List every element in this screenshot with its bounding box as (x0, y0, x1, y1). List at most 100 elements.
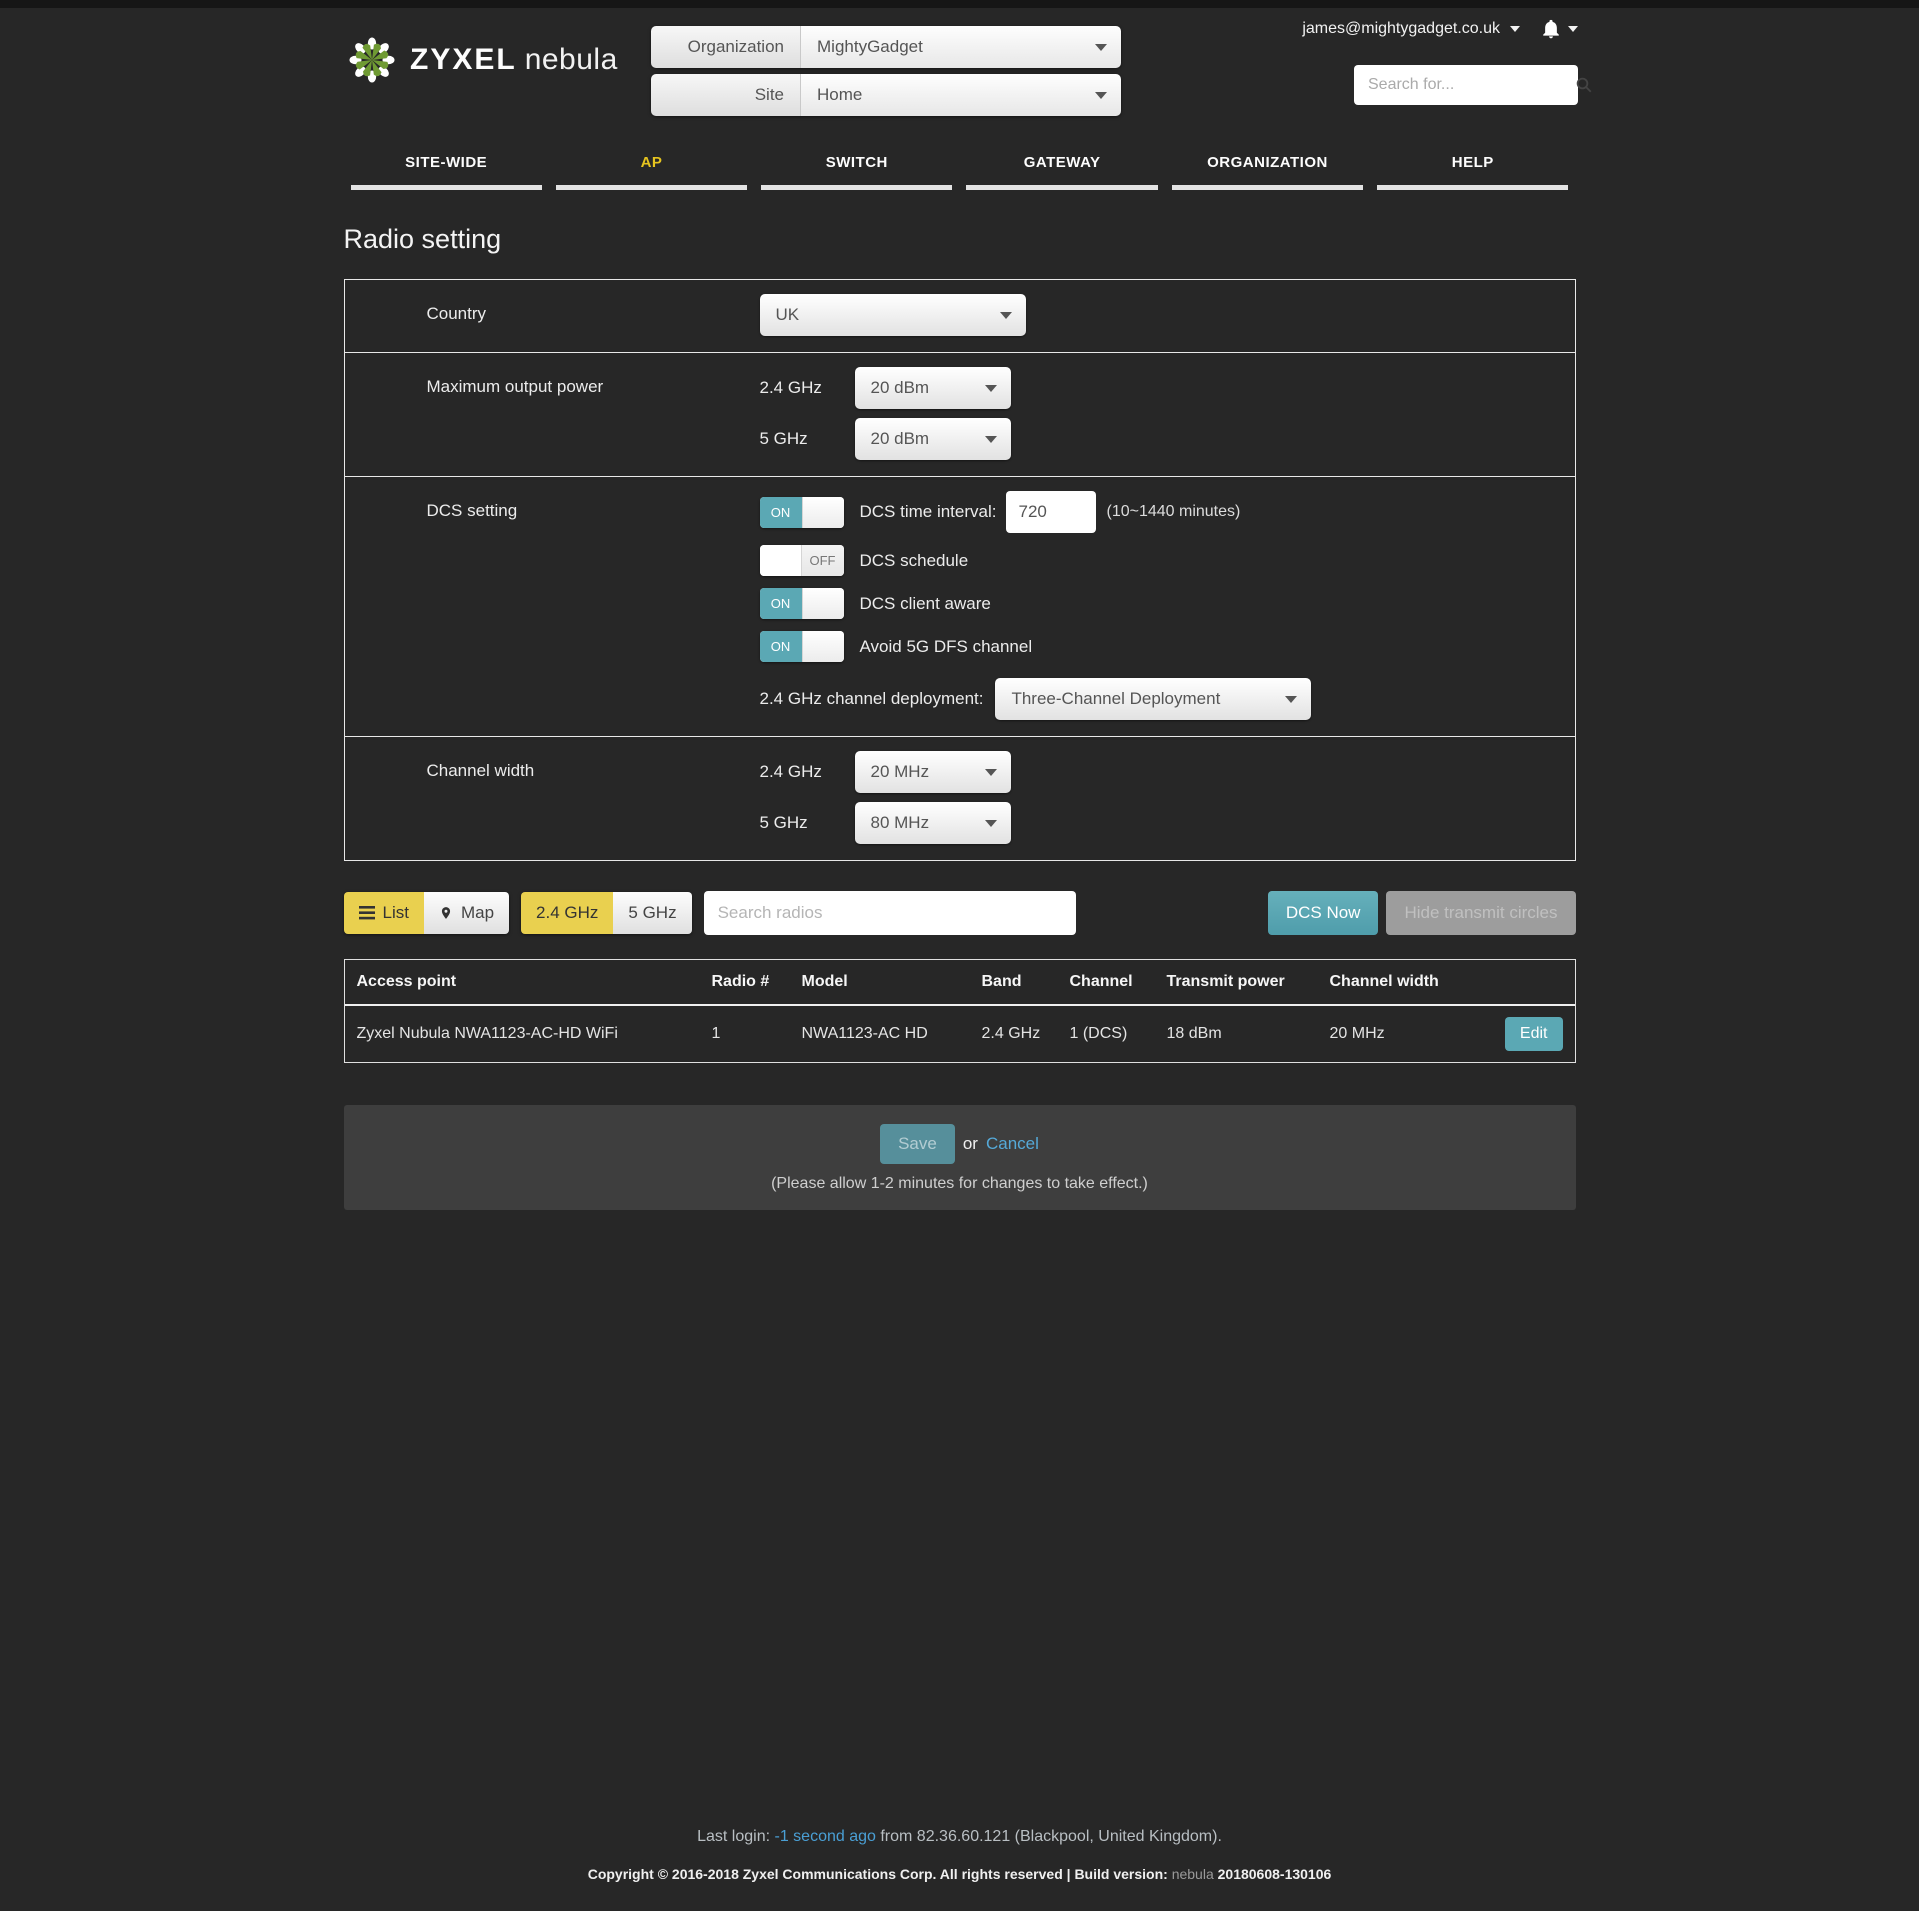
tab-gateway[interactable]: GATEWAY (959, 148, 1164, 190)
list-icon (359, 906, 375, 920)
col-model: Model (802, 973, 982, 991)
logo-wordmark: ZYXELnebula (410, 43, 618, 77)
chevron-down-icon (985, 820, 997, 827)
footer-last-login: Last login: -1 second ago from 82.36.60.… (0, 1828, 1919, 1846)
chevron-down-icon (1510, 26, 1520, 32)
build-product: nebula (1172, 1866, 1214, 1882)
col-radio: Radio # (712, 973, 802, 991)
page-title: Radio setting (344, 224, 1576, 255)
power-24-dropdown[interactable]: 20 dBm (855, 367, 1011, 409)
channel-deployment-label: 2.4 GHz channel deployment: (760, 689, 984, 709)
last-login-link[interactable]: -1 second ago (775, 1828, 876, 1845)
channel-width-section: Channel width 2.4 GHz 20 MHz 5 GHz 80 MH… (345, 736, 1575, 860)
band-5-label: 5 GHz (760, 429, 855, 449)
save-button[interactable]: Save (880, 1124, 955, 1164)
tab-help[interactable]: HELP (1370, 148, 1575, 190)
footer-copyright: Copyright © 2016-2018 Zyxel Communicatio… (0, 1866, 1919, 1884)
bell-icon (1540, 18, 1562, 40)
dcs-client-aware-toggle[interactable]: ON (760, 588, 844, 619)
band-24-button[interactable]: 2.4 GHz (521, 892, 613, 934)
table-header-row: Access point Radio # Model Band Channel … (345, 960, 1575, 1006)
or-text: or (963, 1134, 978, 1154)
dcs-label: DCS setting (345, 491, 760, 722)
cell-radio: 1 (712, 1025, 802, 1043)
map-pin-icon (439, 904, 453, 922)
global-search (1354, 65, 1578, 105)
dcs-now-button[interactable]: DCS Now (1268, 891, 1379, 935)
global-search-input[interactable] (1368, 76, 1575, 94)
account-area: james@mightygadget.co.uk (1302, 18, 1578, 40)
edit-button[interactable]: Edit (1505, 1017, 1563, 1051)
dcs-schedule-label: DCS schedule (860, 551, 969, 571)
search-radios-input[interactable] (718, 903, 1062, 923)
table-row: Zyxel Nubula NWA1123-AC-HD WiFi 1 NWA112… (345, 1006, 1575, 1062)
header: ZYXELnebula Organization MightyGadget Si… (0, 8, 1919, 148)
zyxel-flower-logo-icon (348, 36, 396, 84)
organization-label: Organization (651, 26, 801, 68)
col-transmit-power: Transmit power (1167, 973, 1330, 991)
power-5-dropdown[interactable]: 20 dBm (855, 418, 1011, 460)
dcs-section: DCS setting ON DCS time interval: (10~14… (345, 476, 1575, 736)
channel-deployment-dropdown[interactable]: Three-Channel Deployment (995, 678, 1311, 720)
tab-site-wide[interactable]: SITE-WIDE (344, 148, 549, 190)
organization-row: Organization MightyGadget (651, 26, 1121, 68)
user-email-menu[interactable]: james@mightygadget.co.uk (1302, 20, 1500, 38)
radio-setting-form: Country UK Maximum output power 2.4 GHz … (344, 279, 1576, 861)
col-channel: Channel (1070, 973, 1167, 991)
max-output-power-label: Maximum output power (345, 367, 760, 462)
search-icon[interactable] (1575, 76, 1593, 94)
band-toggle-group: 2.4 GHz 5 GHz (521, 892, 692, 934)
tab-organization[interactable]: ORGANIZATION (1165, 148, 1370, 190)
cell-model: NWA1123-AC HD (802, 1025, 982, 1043)
cancel-link[interactable]: Cancel (986, 1134, 1039, 1154)
site-label: Site (651, 74, 801, 116)
radio-list-toolbar: List Map 2.4 GHz 5 GHz DCS Now (344, 891, 1576, 935)
dcs-schedule-toggle[interactable]: OFF (760, 545, 844, 576)
zyxel-nebula-logo: ZYXELnebula (348, 36, 618, 84)
cell-channel-width: 20 MHz (1330, 1025, 1471, 1043)
context-selector: Organization MightyGadget Site Home (651, 26, 1121, 116)
cell-band: 2.4 GHz (982, 1025, 1070, 1043)
dcs-client-aware-label: DCS client aware (860, 594, 991, 614)
cell-access-point: Zyxel Nubula NWA1123-AC-HD WiFi (357, 1025, 712, 1043)
chevron-down-icon (985, 769, 997, 776)
chevron-down-icon (1095, 92, 1107, 99)
chevron-down-icon (1095, 44, 1107, 51)
notifications-menu[interactable] (1540, 18, 1578, 40)
dcs-time-interval-label: DCS time interval: (860, 502, 997, 522)
save-note: (Please allow 1-2 minutes for changes to… (344, 1175, 1576, 1193)
col-channel-width: Channel width (1330, 973, 1471, 991)
organization-dropdown[interactable]: MightyGadget (801, 26, 1121, 68)
country-label: Country (345, 294, 760, 338)
channel-width-label: Channel width (345, 751, 760, 846)
cell-channel: 1 (DCS) (1070, 1025, 1167, 1043)
col-band: Band (982, 973, 1070, 991)
main-content: Radio setting Country UK Maximum output … (344, 224, 1576, 1210)
max-output-power-section: Maximum output power 2.4 GHz 20 dBm 5 GH… (345, 352, 1575, 476)
width-24-dropdown[interactable]: 20 MHz (855, 751, 1011, 793)
site-dropdown[interactable]: Home (801, 74, 1121, 116)
radio-table: Access point Radio # Model Band Channel … (344, 959, 1576, 1063)
tab-switch[interactable]: SWITCH (754, 148, 959, 190)
width-5-dropdown[interactable]: 80 MHz (855, 802, 1011, 844)
dcs-time-interval-toggle[interactable]: ON (760, 497, 844, 528)
col-access-point: Access point (357, 973, 712, 991)
tab-ap[interactable]: AP (549, 148, 754, 190)
band-24-label: 2.4 GHz (760, 762, 855, 782)
map-view-button[interactable]: Map (424, 892, 509, 934)
dcs-time-interval-input[interactable] (1006, 491, 1096, 533)
save-bar: Save or Cancel (Please allow 1-2 minutes… (344, 1105, 1576, 1210)
main-nav: SITE-WIDE AP SWITCH GATEWAY ORGANIZATION… (344, 148, 1576, 190)
dcs-time-interval-hint: (10~1440 minutes) (1106, 503, 1240, 521)
band-24-label: 2.4 GHz (760, 378, 855, 398)
country-dropdown[interactable]: UK (760, 294, 1026, 336)
view-toggle-group: List Map (344, 892, 510, 934)
chevron-down-icon (1000, 312, 1012, 319)
chevron-down-icon (1285, 696, 1297, 703)
site-row: Site Home (651, 74, 1121, 116)
avoid-5g-dfs-toggle[interactable]: ON (760, 631, 844, 662)
band-5-label: 5 GHz (760, 813, 855, 833)
chevron-down-icon (1568, 26, 1578, 32)
list-view-button[interactable]: List (344, 892, 424, 934)
band-5-button[interactable]: 5 GHz (613, 892, 691, 934)
